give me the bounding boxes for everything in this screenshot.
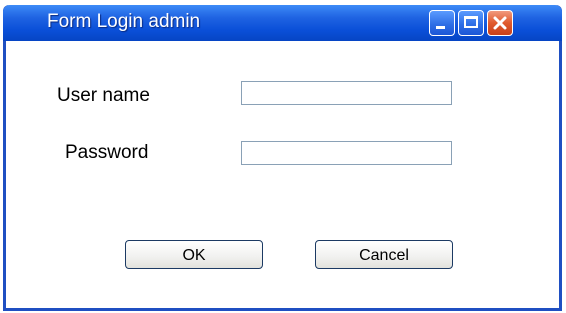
title-bar[interactable]: Form Login admin bbox=[3, 5, 562, 41]
username-label: User name bbox=[57, 85, 150, 106]
cancel-button[interactable]: Cancel bbox=[315, 240, 453, 269]
window-title: Form Login admin bbox=[47, 11, 201, 32]
minimize-button[interactable] bbox=[429, 10, 455, 36]
close-icon bbox=[493, 16, 507, 30]
password-label: Password bbox=[65, 142, 149, 163]
password-input[interactable] bbox=[241, 141, 452, 165]
username-input[interactable] bbox=[241, 81, 452, 105]
minimize-icon bbox=[436, 26, 445, 29]
ok-button[interactable]: OK bbox=[125, 240, 263, 269]
login-window: Form Login admin User name Password OK C… bbox=[3, 5, 562, 311]
maximize-button[interactable] bbox=[458, 10, 484, 36]
maximize-icon bbox=[464, 16, 478, 28]
close-button[interactable] bbox=[487, 10, 513, 36]
